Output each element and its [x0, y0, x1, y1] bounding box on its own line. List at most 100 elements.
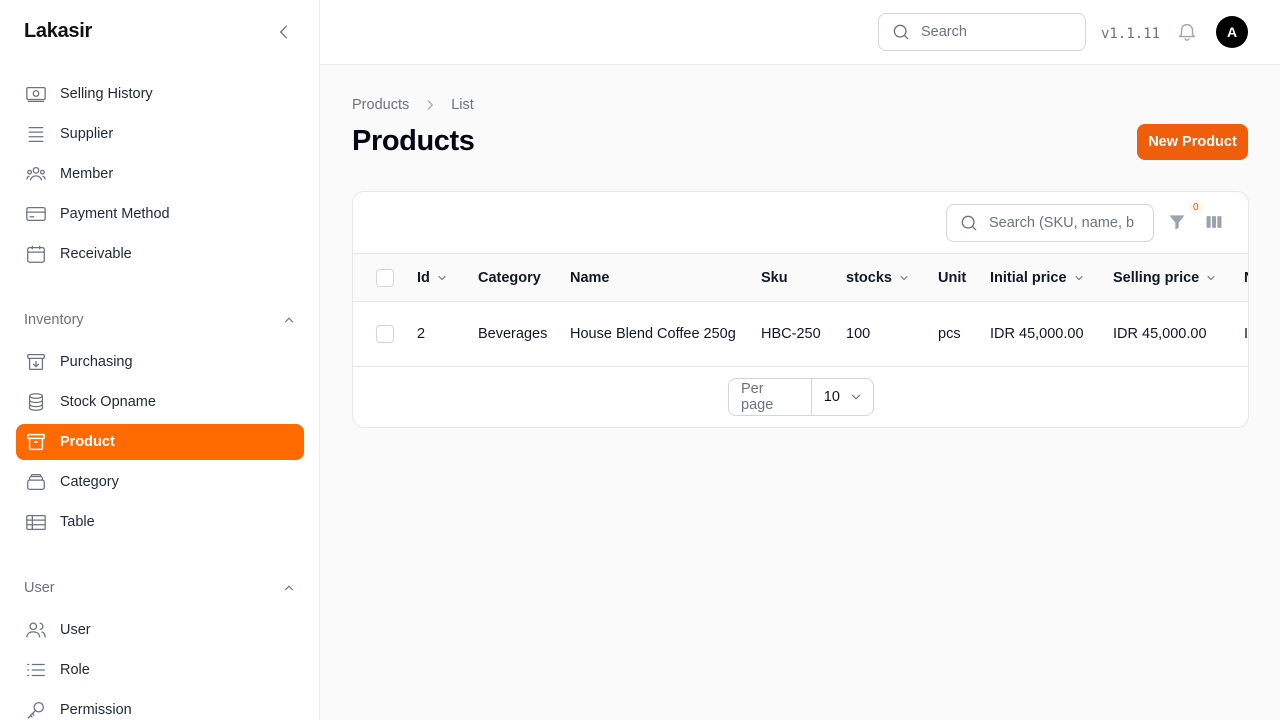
breadcrumb-products-link[interactable]: Products	[352, 97, 409, 113]
select-all-cell	[376, 254, 394, 301]
collapse-sidebar-button[interactable]	[272, 20, 296, 44]
topbar: v1.1.11 A	[320, 0, 1280, 65]
sidebar-item-role[interactable]: Role	[16, 652, 304, 688]
column-label: Category	[478, 269, 541, 286]
calendar-icon	[24, 242, 48, 266]
funnel-icon	[1169, 215, 1185, 230]
cell-sku: HBC-250	[761, 326, 821, 342]
server-stack-icon	[24, 122, 48, 146]
database-icon	[24, 390, 48, 414]
table-search-input[interactable]	[989, 215, 1134, 231]
sidebar-item-label: Permission	[60, 702, 132, 718]
sidebar-item-permission[interactable]: Permission	[16, 692, 304, 720]
sidebar-item-supplier[interactable]: Supplier	[16, 116, 304, 152]
money-icon	[24, 82, 48, 106]
column-label: Name	[570, 269, 610, 286]
view-columns-icon	[1206, 216, 1222, 228]
column-label: Initial price	[990, 269, 1067, 286]
sidebar-group-user[interactable]: User	[24, 576, 296, 600]
chevron-down-icon	[1075, 275, 1083, 280]
sidebar-item-product[interactable]: Product	[16, 424, 304, 460]
sidebar-item-selling-history[interactable]: Selling History	[16, 76, 304, 112]
chevron-down-icon	[900, 275, 908, 280]
sidebar-item-purchasing[interactable]: Purchasing	[16, 344, 304, 380]
chevron-right-icon	[423, 98, 437, 112]
user-avatar[interactable]: A	[1216, 16, 1248, 48]
brand-logo[interactable]: Lakasir	[24, 20, 92, 43]
sidebar-item-label: Member	[60, 166, 114, 182]
column-truncated: N	[1244, 254, 1248, 301]
column-label: stocks	[846, 269, 892, 286]
sidebar-group-label: User	[24, 580, 55, 596]
chevron-down-icon	[1207, 275, 1215, 280]
per-page-label: Per page	[729, 379, 812, 415]
user-group-icon	[24, 162, 48, 186]
per-page-select[interactable]: Per page 10	[728, 378, 874, 416]
chevron-down-icon	[851, 394, 861, 400]
toggle-columns-button[interactable]	[1204, 212, 1228, 236]
sidebar: Lakasir Selling History Supplier Member …	[0, 0, 320, 720]
sidebar-item-label: Stock Opname	[60, 394, 156, 410]
app-version: v1.1.11	[1101, 26, 1161, 42]
new-product-button[interactable]: New Product	[1137, 124, 1248, 160]
products-table-card: 0 Id Category Name Sku stocks Unit Initi…	[352, 191, 1249, 428]
column-label: Selling price	[1113, 269, 1200, 286]
cell-initial-price: IDR 45,000.00	[990, 326, 1084, 342]
column-label: N	[1244, 270, 1248, 286]
select-all-checkbox[interactable]	[376, 268, 394, 287]
column-category: Category	[478, 254, 541, 301]
table-row[interactable]: 2 Beverages House Blend Coffee 250g HBC-…	[353, 302, 1248, 367]
cell-category: Beverages	[478, 326, 548, 342]
per-page-value[interactable]: 10	[812, 389, 873, 405]
sidebar-item-receivable[interactable]: Receivable	[16, 236, 304, 272]
sidebar-group-inventory[interactable]: Inventory	[24, 308, 296, 332]
sidebar-item-user[interactable]: User	[16, 612, 304, 648]
column-stocks[interactable]: stocks	[846, 254, 910, 301]
filter-count-badge: 0	[1189, 201, 1203, 214]
sidebar-item-label: Receivable	[60, 246, 132, 262]
cell-unit: pcs	[938, 326, 961, 342]
column-label: Unit	[938, 269, 967, 286]
row-checkbox[interactable]	[376, 325, 394, 343]
column-initial-price[interactable]: Initial price	[990, 254, 1085, 301]
sidebar-header: Lakasir	[0, 0, 319, 64]
archive-down-icon	[24, 350, 48, 374]
sidebar-item-label: Supplier	[60, 126, 114, 142]
sidebar-item-label: User	[60, 622, 91, 638]
breadcrumb-current: List	[451, 97, 474, 113]
notifications-button[interactable]	[1176, 20, 1200, 44]
chevron-up-icon	[284, 317, 294, 323]
sidebar-item-label: Purchasing	[60, 354, 133, 370]
sidebar-item-category[interactable]: Category	[16, 464, 304, 500]
cell-stocks: 100	[846, 326, 871, 342]
sidebar-item-label: Category	[60, 474, 119, 490]
cell-name: House Blend Coffee 250g	[570, 326, 736, 342]
column-sku: Sku	[761, 254, 788, 301]
archive-box-icon	[24, 430, 48, 454]
sidebar-item-payment-method[interactable]: Payment Method	[16, 196, 304, 232]
sidebar-item-label: Role	[60, 662, 90, 678]
chevron-down-icon	[438, 275, 446, 280]
sidebar-group-label: Inventory	[24, 312, 84, 328]
search-icon	[893, 24, 909, 40]
search-icon	[961, 215, 977, 231]
chevron-up-icon	[284, 585, 294, 591]
table-search[interactable]	[946, 204, 1154, 242]
global-search[interactable]	[878, 13, 1086, 51]
filter-button[interactable]	[1167, 212, 1191, 236]
column-label: Sku	[761, 269, 788, 286]
row-select-cell	[376, 302, 394, 366]
column-selling-price[interactable]: Selling price	[1113, 254, 1217, 301]
chevron-left-icon	[280, 25, 288, 39]
global-search-input[interactable]	[921, 24, 1071, 40]
users-icon	[24, 618, 48, 642]
sidebar-item-table[interactable]: Table	[16, 504, 304, 540]
cell-id: 2	[417, 326, 426, 342]
column-unit: Unit	[938, 254, 966, 301]
sidebar-item-stock-opname[interactable]: Stock Opname	[16, 384, 304, 420]
key-icon	[24, 698, 48, 720]
sidebar-item-member[interactable]: Member	[16, 156, 304, 192]
list-icon	[24, 658, 48, 682]
column-id[interactable]: Id	[417, 254, 448, 301]
bell-icon	[1178, 23, 1196, 41]
